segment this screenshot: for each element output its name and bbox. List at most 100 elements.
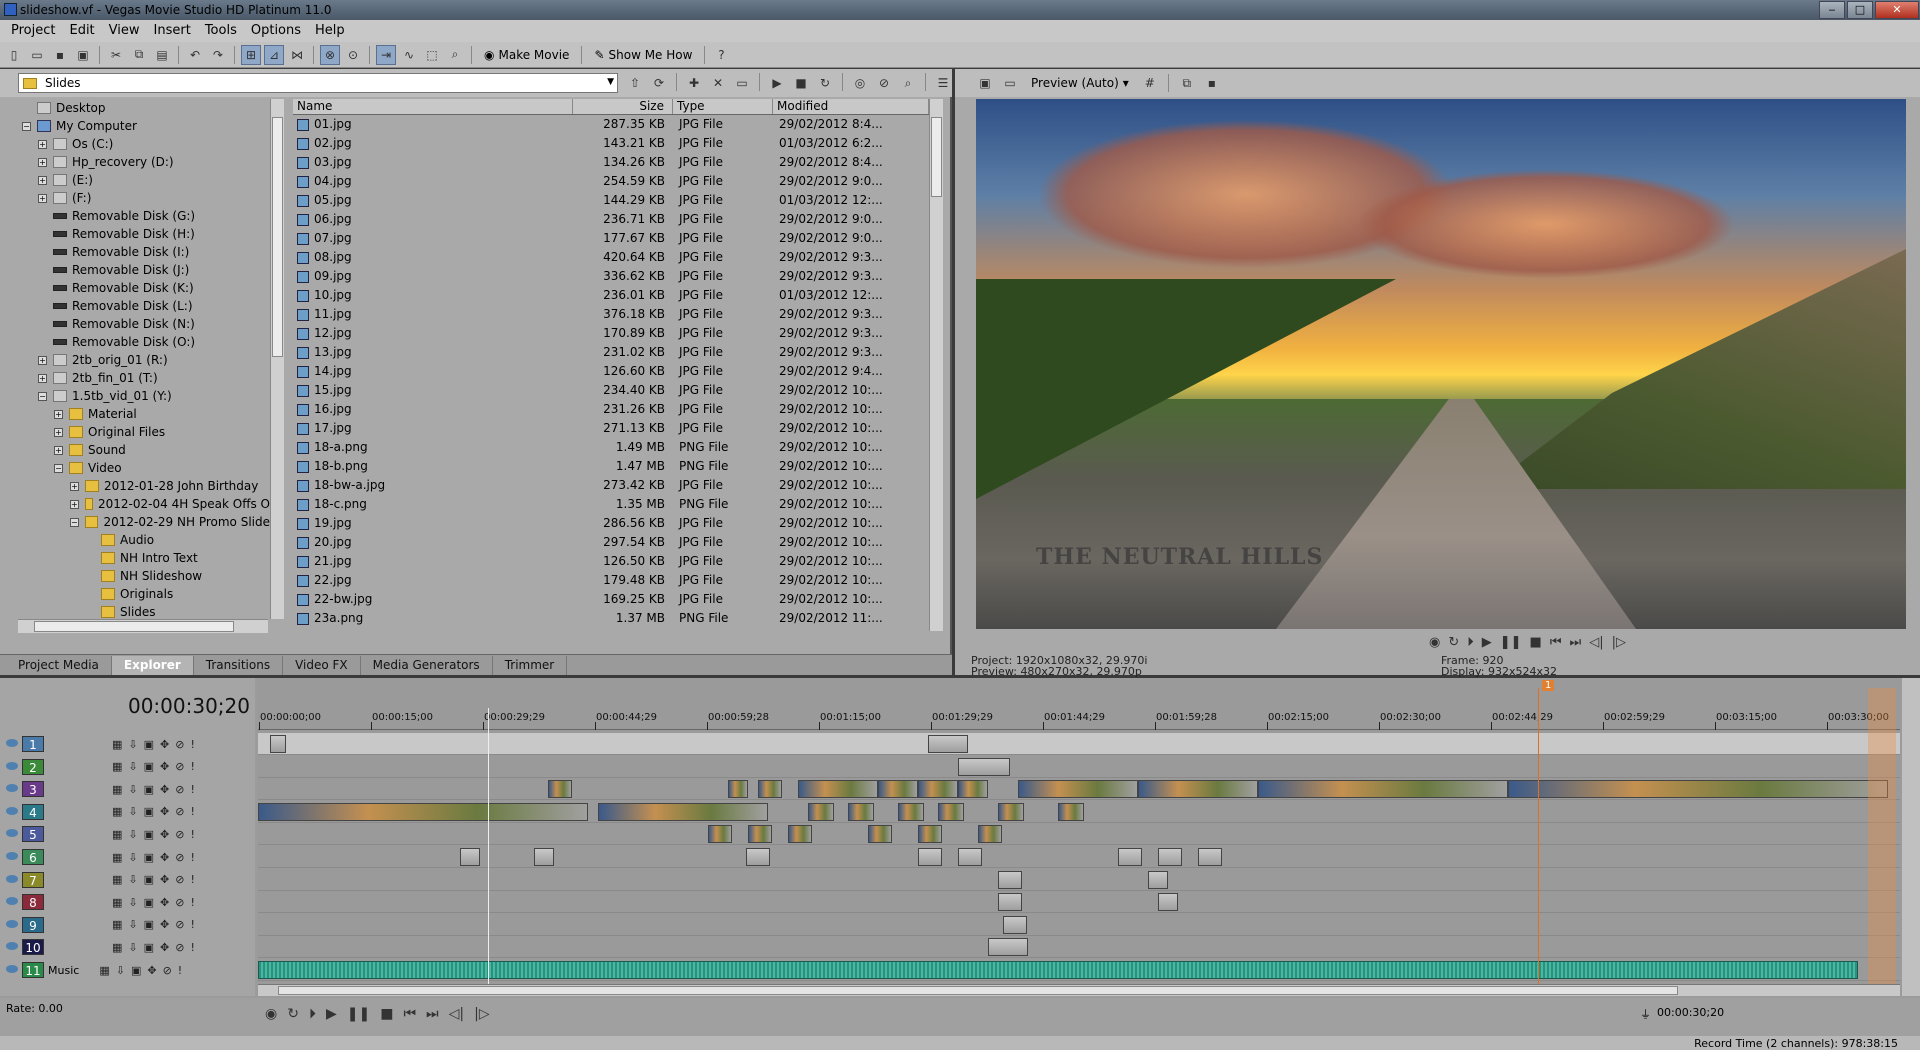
track-lane[interactable] — [258, 801, 1900, 823]
tree-scrollbar[interactable] — [270, 99, 284, 619]
mute-icon[interactable]: ⊘ — [175, 760, 184, 773]
expand-toggle-icon[interactable]: − — [70, 517, 79, 527]
expand-toggle-icon[interactable]: + — [38, 193, 47, 203]
crossfade-icon[interactable]: ⋈ — [287, 45, 307, 65]
video-event[interactable] — [898, 802, 924, 821]
expand-toggle-icon[interactable]: + — [54, 445, 63, 455]
file-row[interactable]: 04.jpg 254.59 KB JPG File 29/02/2012 9:0... — [293, 172, 929, 191]
track-number[interactable]: 5 — [22, 826, 44, 843]
track-header[interactable]: 5 ▦ ⇩ ▣ ✥ ⊘! — [0, 823, 255, 845]
track-fx-icon[interactable]: ▦ — [112, 805, 122, 818]
track-motion-icon[interactable]: ⇩ — [128, 738, 137, 751]
tab-transitions[interactable]: Transitions — [194, 656, 284, 675]
get-media-icon[interactable]: ◎ — [850, 73, 870, 93]
tree-item[interactable]: +2tb_fin_01 (T:) — [18, 369, 270, 387]
tree-item[interactable]: − 2012-02-29 NH Promo Slide — [18, 513, 270, 531]
expand-toggle-icon[interactable]: − — [22, 121, 31, 131]
compositing-mode-icon[interactable]: ▣ — [131, 964, 141, 977]
video-event[interactable] — [758, 780, 782, 799]
file-row[interactable]: 05.jpg 144.29 KB JPG File 01/03/2012 12:... — [293, 191, 929, 210]
video-output-fx-icon[interactable]: ▣ — [975, 73, 995, 93]
track-name[interactable]: Music — [48, 964, 79, 977]
pan-icon[interactable]: ✥ — [160, 805, 169, 818]
file-row[interactable]: 11.jpg 376.18 KB JPG File 29/02/2012 9:3... — [293, 305, 929, 324]
track-lane[interactable] — [258, 914, 1900, 936]
pan-icon[interactable]: ✥ — [160, 873, 169, 886]
file-row[interactable]: 12.jpg 170.89 KB JPG File 29/02/2012 9:3... — [293, 324, 929, 343]
tree-item[interactable]: + Sound — [18, 441, 270, 459]
expand-toggle-icon[interactable]: + — [38, 139, 47, 149]
tree-item[interactable]: Removable Disk (K:) — [18, 279, 270, 297]
pan-icon[interactable]: ✥ — [160, 851, 169, 864]
track-number[interactable]: 10 — [22, 939, 44, 956]
new-folder-icon[interactable]: ✚ — [684, 73, 704, 93]
minimize-icon[interactable]: ‒ — [1819, 1, 1845, 19]
video-event[interactable] — [918, 825, 942, 844]
track-fx-icon[interactable]: ▦ — [112, 738, 122, 751]
track-header[interactable]: 7 ▦ ⇩ ▣ ✥ ⊘! — [0, 869, 255, 891]
solo-icon[interactable]: ! — [190, 783, 194, 796]
preview-quality-dropdown[interactable]: Preview (Auto) ▾ — [1025, 73, 1135, 93]
expand-toggle-icon[interactable]: − — [54, 463, 63, 473]
tree-item[interactable]: − My Computer — [18, 117, 270, 135]
file-row[interactable]: 22-bw.jpg 169.25 KB JPG File 29/02/2012 10:… — [293, 590, 929, 609]
track-visibility-icon[interactable] — [6, 739, 18, 747]
tree-item[interactable]: Audio — [18, 531, 270, 549]
stop-preview-icon[interactable]: ■ — [791, 73, 811, 93]
video-event[interactable] — [998, 802, 1024, 821]
tree-item[interactable]: Originals — [18, 585, 270, 603]
menu-insert[interactable]: Insert — [147, 20, 198, 42]
video-event[interactable] — [748, 825, 772, 844]
menu-project[interactable]: Project — [4, 20, 62, 42]
file-row[interactable]: 14.jpg 126.60 KB JPG File 29/02/2012 9:4... — [293, 362, 929, 381]
disconnect-icon[interactable]: ⊘ — [874, 73, 894, 93]
pan-icon[interactable]: ✥ — [160, 941, 169, 954]
whats-this-help-icon[interactable]: ? — [711, 45, 731, 65]
expand-toggle-icon[interactable]: + — [54, 409, 63, 419]
track-number[interactable]: 7 — [22, 871, 44, 888]
snap-icon[interactable]: ⊞ — [241, 44, 261, 65]
solo-icon[interactable]: ! — [190, 918, 194, 931]
timeline-vscrollbar[interactable] — [1902, 678, 1920, 996]
auto-ripple-icon[interactable]: ⊿ — [264, 44, 284, 65]
tree-item[interactable]: Removable Disk (J:) — [18, 261, 270, 279]
tree-item[interactable]: Removable Disk (O:) — [18, 333, 270, 351]
ignore-grouping-icon[interactable]: ⊙ — [343, 45, 363, 65]
track-fx-icon[interactable]: ▦ — [112, 941, 122, 954]
copy-icon[interactable]: ⧉ — [129, 45, 149, 65]
playhead-cursor[interactable] — [488, 708, 489, 996]
tab-media-generators[interactable]: Media Generators — [361, 656, 493, 675]
column-name[interactable]: Name — [293, 99, 573, 114]
file-row[interactable]: 06.jpg 236.71 KB JPG File 29/02/2012 9:0... — [293, 210, 929, 229]
pan-icon[interactable]: ✥ — [160, 760, 169, 773]
track-lane[interactable] — [258, 891, 1900, 914]
pan-icon[interactable]: ✥ — [160, 783, 169, 796]
column-type[interactable]: Type — [673, 99, 773, 114]
file-row[interactable]: 07.jpg 177.67 KB JPG File 29/02/2012 9:0... — [293, 229, 929, 248]
track-visibility-icon[interactable] — [6, 965, 18, 973]
track-number[interactable]: 1 — [22, 736, 44, 752]
solo-icon[interactable]: ! — [190, 760, 194, 773]
file-row[interactable]: 16.jpg 231.26 KB JPG File 29/02/2012 10:... — [293, 400, 929, 419]
video-event[interactable] — [1118, 848, 1142, 866]
video-event[interactable] — [1148, 870, 1168, 889]
scroll-thumb[interactable] — [278, 986, 1678, 995]
compositing-mode-icon[interactable]: ▣ — [144, 941, 154, 954]
video-event[interactable] — [1508, 780, 1888, 799]
track-lane[interactable] — [258, 756, 1900, 778]
close-icon[interactable]: ✕ — [1875, 1, 1919, 19]
track-fx-icon[interactable]: ▦ — [112, 760, 122, 773]
menu-edit[interactable]: Edit — [62, 20, 101, 42]
tree-item[interactable]: Removable Disk (G:) — [18, 207, 270, 225]
file-row[interactable]: 01.jpg 287.35 KB JPG File 29/02/2012 8:4... — [293, 115, 929, 134]
track-fx-icon[interactable]: ▦ — [112, 783, 122, 796]
pan-icon[interactable]: ✥ — [160, 828, 169, 841]
file-row[interactable]: 18-bw-a.jpg 273.42 KB JPG File 29/02/2012 1… — [293, 476, 929, 495]
track-fx-icon[interactable]: ▦ — [112, 918, 122, 931]
video-event[interactable] — [270, 735, 286, 753]
file-row[interactable]: 19.jpg 286.56 KB JPG File 29/02/2012 10:... — [293, 514, 929, 533]
menu-view[interactable]: View — [102, 20, 147, 42]
show-me-how-button[interactable]: ✎ Show Me How — [588, 45, 698, 65]
file-row[interactable]: 15.jpg 234.40 KB JPG File 29/02/2012 10:... — [293, 381, 929, 400]
track-header[interactable]: 2 ▦ ⇩ ▣ ✥ ⊘! — [0, 756, 255, 778]
